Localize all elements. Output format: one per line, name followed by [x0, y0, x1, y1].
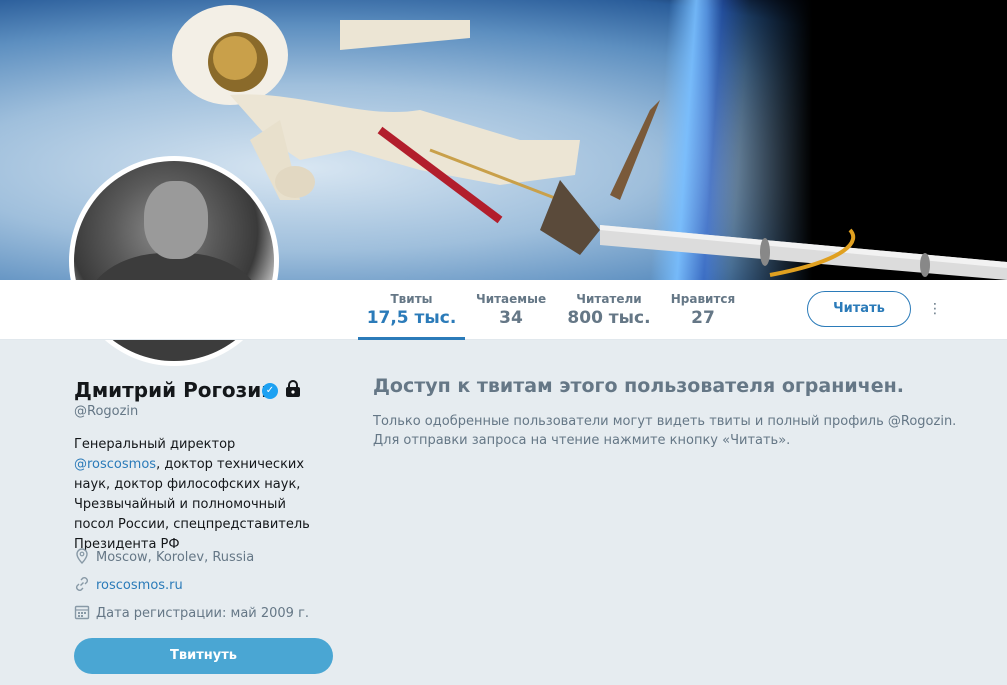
verified-badge-icon: ✓ [262, 383, 278, 399]
stat-following[interactable]: Читаемые 34 [476, 280, 546, 340]
follow-button[interactable]: Читать [807, 291, 911, 327]
link-icon [76, 577, 88, 591]
avatar-figure-head [144, 181, 208, 259]
stat-following-label: Читаемые [476, 292, 547, 306]
bio-mention-link[interactable]: @roscosmos [74, 457, 156, 472]
profile-joined: Дата регистрации: май 2009 г. [74, 604, 309, 624]
stat-likes-value: 27 [691, 308, 715, 328]
stat-likes-label: Нравится [670, 292, 736, 306]
stat-following-value: 34 [499, 308, 523, 328]
joined-text: Дата регистрации: май 2009 г. [96, 606, 310, 621]
website-link[interactable]: roscosmos.ru [96, 578, 183, 593]
stat-followers[interactable]: Читатели 800 тыс. [566, 280, 652, 340]
stat-tweets-value: 17,5 тыс. [366, 308, 457, 328]
stat-followers-value: 800 тыс. [567, 308, 651, 328]
restricted-title: Доступ к твитам этого пользователя огран… [373, 375, 904, 397]
profile-handle[interactable]: @Rogozin [74, 404, 138, 419]
bio-text-prefix: Генеральный директор [74, 437, 236, 452]
stat-tweets[interactable]: Твиты 17,5 тыс. [358, 280, 465, 340]
protected-lock-icon [286, 380, 300, 397]
calendar-icon [74, 605, 90, 620]
restricted-message: Только одобренные пользователи могут вид… [373, 414, 957, 448]
stat-followers-label: Читатели [576, 292, 642, 306]
profile-location: Moscow, Korolev, Russia [74, 548, 254, 568]
stat-likes[interactable]: Нравится 27 [668, 280, 738, 340]
more-options-icon[interactable]: ⋮ [928, 300, 942, 318]
location-text: Moscow, Korolev, Russia [96, 550, 255, 565]
profile-website: roscosmos.ru [74, 576, 183, 596]
tweet-button[interactable]: Твитнуть [74, 638, 333, 674]
profile-name: Дмитрий Рогозин [74, 378, 276, 402]
stat-tweets-label: Твиты [390, 292, 433, 306]
profile-bio: Генеральный директор @roscosmos, доктор … [74, 435, 324, 555]
location-pin-icon [76, 548, 88, 564]
